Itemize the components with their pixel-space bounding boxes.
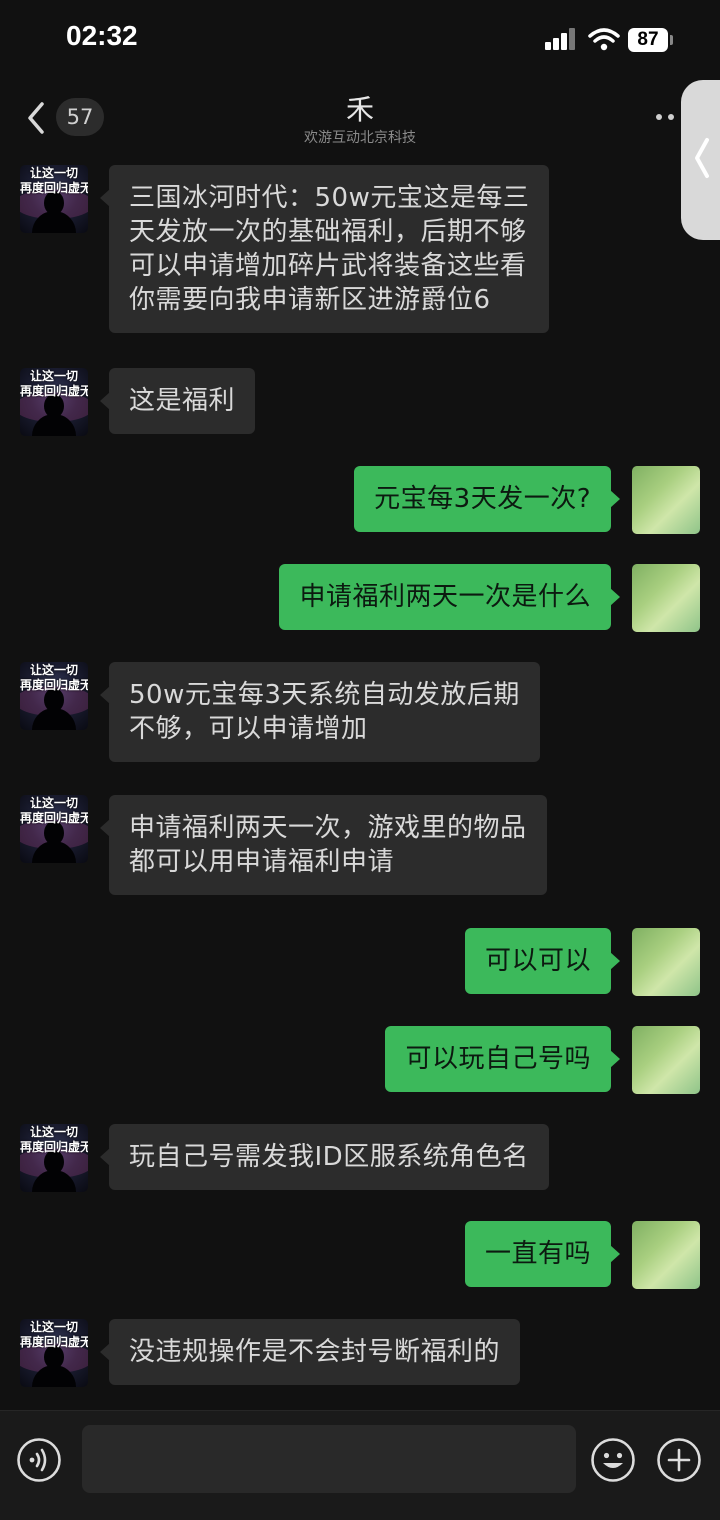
my-avatar[interactable] [632,564,700,632]
input-bar [0,1410,720,1520]
battery-icon: 87 [628,28,668,52]
my-avatar[interactable] [632,928,700,996]
avatar-caption-line: 让这一切 [29,663,78,677]
outgoing-message-bubble[interactable]: 元宝每3天发一次? [354,466,620,532]
emoji-icon[interactable] [590,1437,636,1483]
avatar-caption-line: 再度回归虚无 [20,384,88,398]
incoming-message-bubble[interactable]: 这是福利 [99,368,256,434]
avatar-caption-line: 再度回归虚无 [20,1335,88,1349]
wifi-icon [588,28,620,51]
battery-tip [670,35,673,45]
incoming-message-bubble[interactable]: 三国冰河时代：50w元宝这是每三 天发放一次的基础福利，后期不够 可以申请增加碎… [99,165,550,333]
avatar-caption-line: 再度回归虚无 [20,811,88,825]
contact-avatar[interactable]: 让这一切 再度回归虚无 [20,1124,88,1192]
contact-avatar[interactable]: 让这一切 再度回归虚无 [20,1319,88,1387]
contact-avatar[interactable]: 让这一切 再度回归虚无 [20,662,88,730]
avatar-caption-line: 再度回归虚无 [20,181,88,195]
add-icon[interactable] [656,1437,702,1483]
avatar-caption-line: 让这一切 [29,796,78,810]
contact-avatar[interactable]: 让这一切 再度回归虚无 [20,368,88,436]
outgoing-message-bubble[interactable]: 可以可以 [464,928,621,994]
outgoing-message-bubble[interactable]: 可以玩自己号吗 [385,1026,620,1092]
contact-avatar[interactable]: 让这一切 再度回归虚无 [20,795,88,863]
cellular-signal-icon [545,28,577,50]
avatar-caption-line: 让这一切 [29,166,78,180]
contact-avatar[interactable]: 让这一切 再度回归虚无 [20,165,88,233]
my-avatar[interactable] [632,1221,700,1289]
status-time: 02:32 [66,20,138,51]
avatar-caption-line: 让这一切 [29,1320,78,1334]
outgoing-message-bubble[interactable]: 一直有吗 [464,1221,621,1287]
chat-subtitle: 欢游互动北京科技 [304,130,416,146]
outgoing-message-bubble[interactable]: 申请福利两天一次是什么 [279,564,620,630]
avatar-caption-line: 再度回归虚无 [20,678,88,692]
chevron-left-icon [695,138,709,178]
side-float-tab[interactable] [681,80,720,240]
avatar-caption-line: 让这一切 [29,369,78,383]
avatar-caption-line: 让这一切 [29,1125,78,1139]
incoming-message-bubble[interactable]: 玩自己号需发我ID区服系统角色名 [100,1124,549,1190]
message-input[interactable] [82,1425,576,1493]
incoming-message-bubble[interactable]: 没违规操作是不会封号断福利的 [99,1319,521,1385]
chat-title: 禾 [345,93,374,126]
my-avatar[interactable] [632,1026,700,1094]
incoming-message-bubble[interactable]: 50w元宝每3天系统自动发放后期 不够，可以申请增加 [100,662,540,762]
voice-input-icon[interactable] [16,1437,62,1483]
more-options-icon[interactable] [656,114,680,122]
status-bar: 02:32 87 [0,0,720,80]
avatar-caption-line: 再度回归虚无 [20,1140,88,1154]
chat-header: 57 禾 欢游互动北京科技 [0,80,720,155]
my-avatar[interactable] [632,466,700,534]
incoming-message-bubble[interactable]: 申请福利两天一次，游戏里的物品 都可以用申请福利申请 [100,795,547,895]
